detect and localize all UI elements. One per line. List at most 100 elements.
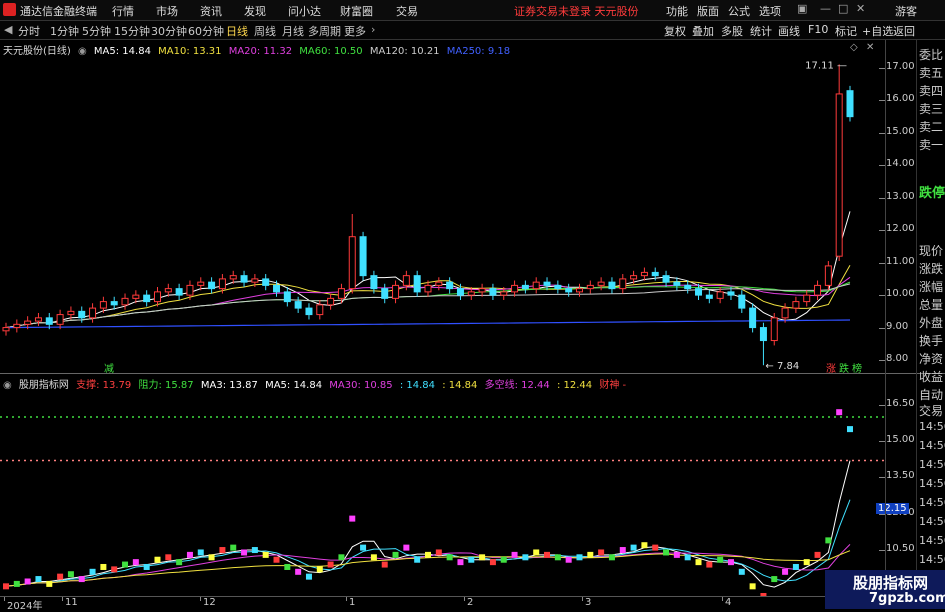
signal-block	[598, 549, 605, 556]
watermark-logo: 股朋指标网 7gpzb.com	[825, 570, 945, 609]
btn-mark[interactable]: 标记	[835, 23, 857, 39]
candle	[348, 214, 356, 294]
btn-draw[interactable]: 画线	[778, 23, 800, 39]
candle	[262, 274, 270, 291]
indicator-line-2	[5, 544, 851, 587]
signal-block	[219, 547, 226, 554]
x-tick-label: 11	[65, 597, 78, 608]
sidebar-field-1: 涨跌	[919, 262, 944, 276]
sub-y-tick-label: 10.50	[886, 543, 915, 555]
candle	[814, 280, 822, 300]
y-tick-label: 8.00	[886, 353, 909, 365]
candlestick-chart[interactable]: 17.11 — ← 7.84 减 涨跌榜	[0, 55, 885, 373]
period-multi[interactable]: 多周期	[308, 23, 341, 39]
sidebar-limit-down: 跌停	[919, 186, 945, 201]
x-tick	[464, 597, 465, 601]
x-tick-label: 1	[349, 597, 356, 608]
period-monthly[interactable]: 月线	[282, 23, 304, 39]
signal-block	[619, 547, 626, 554]
sidebar-field-2: 涨幅	[919, 280, 944, 294]
period-toolbar: ◀ 分时 1分钟 5分钟 15分钟 30分钟 60分钟 日线 周线 月线 多周期…	[0, 21, 945, 40]
skin-icon[interactable]: ▣	[797, 2, 807, 15]
signal-block	[500, 556, 507, 563]
btn-return[interactable]: 返回	[893, 23, 915, 39]
diamond-icon[interactable]: ◇	[850, 42, 858, 53]
nav-back-icon[interactable]: ◀	[4, 23, 12, 36]
signal-block	[652, 544, 659, 551]
candle	[846, 85, 854, 122]
menu-layout[interactable]: 版面	[697, 3, 719, 19]
period-15min[interactable]: 15分钟	[114, 23, 150, 39]
btn-f10[interactable]: F10	[808, 23, 828, 36]
sidebar-label-4: 卖二	[919, 120, 944, 134]
btn-adjust[interactable]: 复权	[664, 23, 686, 39]
ma250-line	[5, 319, 851, 329]
candle	[759, 322, 767, 366]
signal-block	[284, 563, 291, 570]
signal-block	[533, 549, 540, 556]
period-30min[interactable]: 30分钟	[151, 23, 187, 39]
more-chevron-icon[interactable]: ›	[371, 23, 375, 36]
menu-wealth[interactable]: 财富圈	[340, 3, 373, 19]
menu-function[interactable]: 功能	[666, 3, 688, 19]
signal-block	[771, 576, 778, 583]
signal-block	[360, 544, 367, 551]
period-1min[interactable]: 1分钟	[50, 23, 79, 39]
period-60min[interactable]: 60分钟	[188, 23, 224, 39]
signal-block	[230, 544, 237, 551]
minimize-icon[interactable]: —	[820, 2, 831, 15]
period-more[interactable]: 更多	[344, 23, 366, 39]
signal-block	[749, 583, 756, 590]
x-tick	[582, 597, 583, 601]
menu-formula[interactable]: 公式	[728, 3, 750, 19]
btn-stats[interactable]: 统计	[750, 23, 772, 39]
candle	[381, 283, 389, 304]
period-weekly[interactable]: 周线	[254, 23, 276, 39]
menu-discover[interactable]: 发现	[244, 3, 266, 19]
maximize-icon[interactable]: □	[838, 2, 848, 15]
signal-block	[479, 554, 486, 561]
candle	[824, 261, 832, 291]
signal-block	[132, 559, 139, 566]
app-name: 通达信金融终端	[20, 5, 97, 18]
close-icon[interactable]: ✕	[856, 2, 865, 15]
login-warning[interactable]: 证券交易未登录 天元股份	[514, 3, 639, 19]
candle	[34, 312, 42, 326]
period-daily[interactable]: 日线	[226, 23, 248, 39]
menu-news[interactable]: 资讯	[200, 3, 222, 19]
signal-block	[3, 583, 9, 590]
menu-market[interactable]: 市场	[156, 3, 178, 19]
sidebar-label-2: 卖四	[919, 84, 944, 98]
btn-add-favorite[interactable]: +自选	[862, 23, 893, 39]
signal-block	[370, 554, 377, 561]
period-tick[interactable]: 分时	[18, 23, 40, 39]
guest-user[interactable]: 游客	[895, 3, 917, 19]
panel-close-icon[interactable]: ✕	[866, 42, 874, 53]
signal-block	[122, 561, 129, 568]
candle	[705, 290, 713, 304]
indicator-chart[interactable]	[0, 388, 885, 596]
high-annotation: 17.11 —	[805, 60, 847, 71]
sidebar-label-3: 卖三	[919, 102, 944, 116]
signal-block	[695, 559, 702, 566]
signal-block	[316, 566, 323, 573]
btn-overlay[interactable]: 叠加	[692, 23, 714, 39]
menu-options[interactable]: 选项	[759, 3, 781, 19]
candle	[835, 64, 843, 262]
candle	[749, 303, 757, 333]
btn-multistock[interactable]: 多股	[721, 23, 743, 39]
menu-xiaoda[interactable]: 问小达	[288, 3, 321, 19]
candle	[489, 283, 497, 300]
signal-block	[803, 559, 810, 566]
candle	[327, 293, 335, 310]
period-5min[interactable]: 5分钟	[82, 23, 111, 39]
sub-y-tick-label: 16.50	[886, 397, 915, 409]
menu-quotes[interactable]: 行情	[112, 3, 134, 19]
menu-trade[interactable]: 交易	[396, 3, 418, 19]
signal-block	[544, 551, 551, 558]
signal-block	[836, 409, 843, 416]
y-tick-label: 9.00	[886, 320, 909, 332]
signal-block	[825, 537, 832, 544]
signal-block	[251, 547, 258, 554]
candle	[521, 280, 529, 294]
